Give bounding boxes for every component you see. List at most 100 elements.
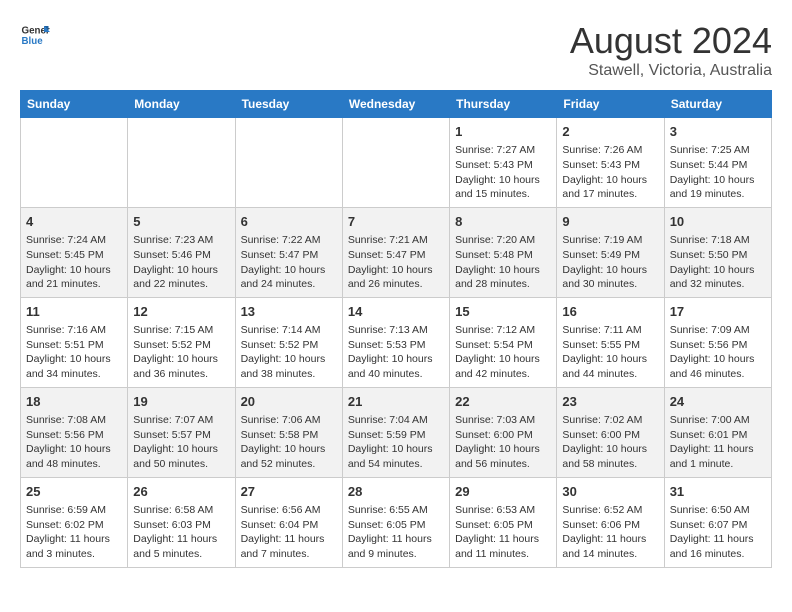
day-info-line: Sunset: 5:43 PM: [562, 158, 658, 173]
day-info-line: Daylight: 10 hours: [670, 173, 766, 188]
day-info-line: Sunrise: 7:13 AM: [348, 323, 444, 338]
day-info-line: Daylight: 11 hours: [670, 532, 766, 547]
day-info-line: Sunset: 5:55 PM: [562, 338, 658, 353]
day-info-line: Sunset: 6:00 PM: [562, 428, 658, 443]
day-number: 9: [562, 213, 658, 231]
title-block: August 2024 Stawell, Victoria, Australia: [570, 20, 772, 80]
day-info-line: Daylight: 10 hours: [455, 263, 551, 278]
day-info-line: Sunset: 5:52 PM: [241, 338, 337, 353]
day-number: 20: [241, 393, 337, 411]
day-info-line: Sunrise: 7:03 AM: [455, 413, 551, 428]
calendar-cell: 17Sunrise: 7:09 AMSunset: 5:56 PMDayligh…: [664, 297, 771, 387]
day-info-line: and 46 minutes.: [670, 367, 766, 382]
day-info-line: Sunset: 5:50 PM: [670, 248, 766, 263]
calendar-cell: 15Sunrise: 7:12 AMSunset: 5:54 PMDayligh…: [450, 297, 557, 387]
svg-text:Blue: Blue: [22, 36, 44, 47]
day-info-line: Sunset: 5:48 PM: [455, 248, 551, 263]
calendar-cell: 9Sunrise: 7:19 AMSunset: 5:49 PMDaylight…: [557, 207, 664, 297]
calendar-cell: 18Sunrise: 7:08 AMSunset: 5:56 PMDayligh…: [21, 387, 128, 477]
day-info-line: Sunrise: 6:50 AM: [670, 503, 766, 518]
day-info-line: and 38 minutes.: [241, 367, 337, 382]
day-number: 31: [670, 483, 766, 501]
day-info-line: Sunrise: 7:16 AM: [26, 323, 122, 338]
day-info-line: and 3 minutes.: [26, 547, 122, 562]
day-info-line: Sunset: 5:59 PM: [348, 428, 444, 443]
day-info-line: and 15 minutes.: [455, 187, 551, 202]
day-info-line: Sunrise: 6:59 AM: [26, 503, 122, 518]
day-info-line: and 9 minutes.: [348, 547, 444, 562]
calendar-cell: 7Sunrise: 7:21 AMSunset: 5:47 PMDaylight…: [342, 207, 449, 297]
day-number: 1: [455, 123, 551, 141]
day-info-line: Sunset: 5:53 PM: [348, 338, 444, 353]
header-day-sunday: Sunday: [21, 91, 128, 118]
page-title: August 2024: [570, 20, 772, 62]
day-info-line: and 48 minutes.: [26, 457, 122, 472]
day-info-line: and 56 minutes.: [455, 457, 551, 472]
page-header: General Blue August 2024 Stawell, Victor…: [20, 20, 772, 80]
day-info-line: Sunset: 5:45 PM: [26, 248, 122, 263]
header-day-monday: Monday: [128, 91, 235, 118]
day-info-line: Daylight: 11 hours: [562, 532, 658, 547]
day-info-line: and 36 minutes.: [133, 367, 229, 382]
day-info-line: Sunset: 6:05 PM: [348, 518, 444, 533]
day-info-line: Daylight: 10 hours: [241, 263, 337, 278]
calendar-cell: 8Sunrise: 7:20 AMSunset: 5:48 PMDaylight…: [450, 207, 557, 297]
day-info-line: Sunrise: 7:19 AM: [562, 233, 658, 248]
day-info-line: Daylight: 10 hours: [133, 263, 229, 278]
calendar-cell: 28Sunrise: 6:55 AMSunset: 6:05 PMDayligh…: [342, 477, 449, 567]
calendar-cell: [21, 118, 128, 208]
header-row: SundayMondayTuesdayWednesdayThursdayFrid…: [21, 91, 772, 118]
logo: General Blue: [20, 20, 50, 50]
day-info-line: Sunset: 6:06 PM: [562, 518, 658, 533]
day-info-line: Daylight: 10 hours: [348, 442, 444, 457]
day-info-line: Daylight: 10 hours: [26, 263, 122, 278]
day-number: 28: [348, 483, 444, 501]
day-info-line: Sunrise: 6:58 AM: [133, 503, 229, 518]
day-info-line: Sunrise: 6:52 AM: [562, 503, 658, 518]
calendar-cell: 29Sunrise: 6:53 AMSunset: 6:05 PMDayligh…: [450, 477, 557, 567]
day-info-line: and 58 minutes.: [562, 457, 658, 472]
day-info-line: Daylight: 10 hours: [348, 263, 444, 278]
day-info-line: Daylight: 11 hours: [670, 442, 766, 457]
day-info-line: Daylight: 10 hours: [562, 352, 658, 367]
calendar-cell: 31 Sunrise: 6:50 AMSunset: 6:07 PMDayligh…: [664, 477, 771, 567]
calendar-week-3: 11Sunrise: 7:16 AMSunset: 5:51 PMDayligh…: [21, 297, 772, 387]
day-number: 12: [133, 303, 229, 321]
day-info-line: Sunset: 5:57 PM: [133, 428, 229, 443]
day-info-line: Sunset: 5:46 PM: [133, 248, 229, 263]
day-info-line: Sunset: 5:44 PM: [670, 158, 766, 173]
day-info-line: and 26 minutes.: [348, 277, 444, 292]
calendar-cell: 11Sunrise: 7:16 AMSunset: 5:51 PMDayligh…: [21, 297, 128, 387]
day-info-line: Daylight: 10 hours: [348, 352, 444, 367]
day-number: 4: [26, 213, 122, 231]
day-number: 17: [670, 303, 766, 321]
day-info-line: Sunrise: 7:00 AM: [670, 413, 766, 428]
day-info-line: Daylight: 10 hours: [133, 352, 229, 367]
day-info-line: Sunrise: 7:24 AM: [26, 233, 122, 248]
day-info-line: Daylight: 10 hours: [455, 173, 551, 188]
day-number: 19: [133, 393, 229, 411]
day-number: 21: [348, 393, 444, 411]
calendar-cell: 14Sunrise: 7:13 AMSunset: 5:53 PMDayligh…: [342, 297, 449, 387]
day-info-line: Daylight: 10 hours: [241, 352, 337, 367]
day-info-line: Daylight: 10 hours: [455, 442, 551, 457]
calendar-cell: 19Sunrise: 7:07 AMSunset: 5:57 PMDayligh…: [128, 387, 235, 477]
day-info-line: Sunset: 6:07 PM: [670, 518, 766, 533]
day-info-line: Daylight: 10 hours: [562, 173, 658, 188]
day-info-line: and 11 minutes.: [455, 547, 551, 562]
day-info-line: and 42 minutes.: [455, 367, 551, 382]
day-info-line: Sunrise: 7:22 AM: [241, 233, 337, 248]
day-info-line: Sunrise: 6:56 AM: [241, 503, 337, 518]
calendar-cell: 24Sunrise: 7:00 AMSunset: 6:01 PMDayligh…: [664, 387, 771, 477]
calendar-week-4: 18Sunrise: 7:08 AMSunset: 5:56 PMDayligh…: [21, 387, 772, 477]
day-info-line: Sunset: 6:04 PM: [241, 518, 337, 533]
calendar-cell: 2Sunrise: 7:26 AMSunset: 5:43 PMDaylight…: [557, 118, 664, 208]
calendar-cell: 3Sunrise: 7:25 AMSunset: 5:44 PMDaylight…: [664, 118, 771, 208]
day-info-line: Sunrise: 7:02 AM: [562, 413, 658, 428]
day-number: 11: [26, 303, 122, 321]
day-info-line: and 34 minutes.: [26, 367, 122, 382]
calendar-cell: 30Sunrise: 6:52 AMSunset: 6:06 PMDayligh…: [557, 477, 664, 567]
day-info-line: Daylight: 10 hours: [26, 352, 122, 367]
day-info-line: Daylight: 10 hours: [562, 442, 658, 457]
day-info-line: and 30 minutes.: [562, 277, 658, 292]
